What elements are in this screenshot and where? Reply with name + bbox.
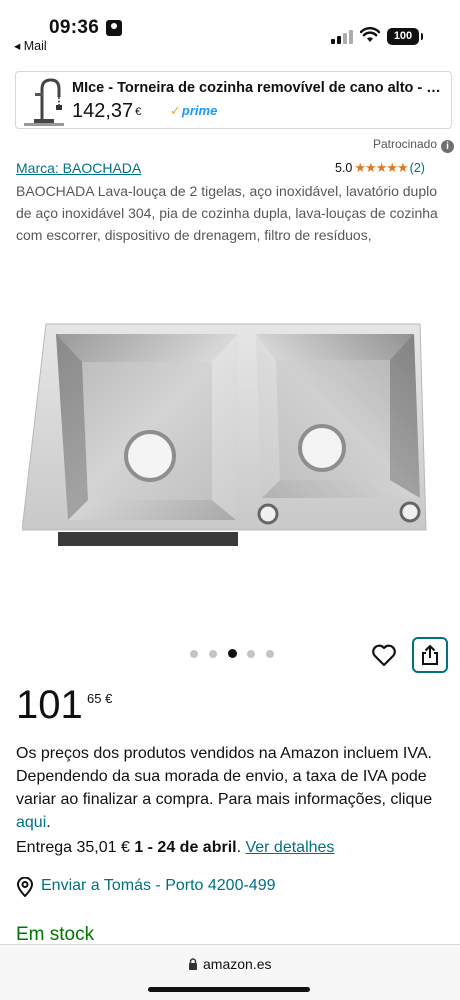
- home-indicator[interactable]: [148, 987, 310, 992]
- price-fraction: 65 €: [87, 691, 113, 706]
- carousel-dot[interactable]: [247, 650, 255, 658]
- status-time: 09:36: [49, 17, 100, 38]
- product-image-double-sink[interactable]: [22, 320, 440, 550]
- banner-currency: €: [135, 106, 142, 118]
- heart-icon[interactable]: [371, 643, 397, 667]
- share-icon: [422, 644, 438, 665]
- stock-status: Em stock: [16, 924, 95, 945]
- share-button[interactable]: [412, 637, 448, 673]
- product-description[interactable]: BAOCHADA Lava-louça de 2 tigelas, aço in…: [16, 180, 446, 246]
- carousel-dot[interactable]: [190, 650, 198, 658]
- prime-label: prime: [181, 103, 218, 118]
- vat-end: .: [46, 814, 51, 831]
- wifi-icon: [360, 27, 380, 42]
- lock-icon: [189, 958, 197, 970]
- carousel-dot[interactable]: [209, 650, 217, 658]
- delivery-dates: 1 - 24 de abril: [134, 839, 237, 856]
- sponsored-product-banner[interactable]: MIce - Torneira de cozinha removível de …: [15, 71, 452, 129]
- banner-price-value: 142,37: [72, 100, 134, 122]
- info-icon[interactable]: i: [441, 140, 454, 153]
- back-to-mail-link[interactable]: ◂ Mail: [14, 38, 47, 53]
- carousel-dot[interactable]: [228, 649, 237, 658]
- banner-price: 142,37 €: [72, 100, 141, 123]
- url-domain[interactable]: amazon.es: [203, 956, 271, 972]
- cellular-signal-icon: [331, 30, 353, 44]
- sponsored-text: Patrocinado: [372, 137, 437, 151]
- location-pin-icon: [16, 877, 34, 897]
- vat-notice: Os preços dos produtos vendidos na Amazo…: [16, 742, 446, 834]
- star-rating-icon: ★★★★★: [354, 160, 408, 175]
- prime-badge: ✓prime: [170, 103, 217, 119]
- carousel-dot[interactable]: [266, 650, 274, 658]
- battery-icon: 100: [387, 28, 423, 45]
- brand-link[interactable]: Marca: BAOCHADA: [16, 160, 141, 176]
- ship-to-link[interactable]: Enviar a Tomás - Porto 4200-499: [41, 877, 276, 895]
- rating-summary[interactable]: 5.0 ★★★★★ (2): [335, 160, 425, 176]
- faucet-thumbnail: [20, 75, 68, 127]
- vat-text: Os preços dos produtos vendidos na Amazo…: [16, 745, 433, 808]
- price-whole: 101: [16, 683, 83, 727]
- prime-check-icon: ✓: [170, 103, 181, 118]
- banner-product-title[interactable]: MIce - Torneira de cozinha removível de …: [72, 80, 448, 96]
- browser-url-bar[interactable]: amazon.es: [0, 944, 460, 1000]
- delivery-details-link[interactable]: Ver detalhes: [245, 839, 334, 856]
- rating-count[interactable]: (2): [410, 161, 425, 175]
- vat-info-link[interactable]: aqui: [16, 814, 46, 831]
- rating-value: 5.0: [335, 161, 353, 175]
- delivery-info: Entrega 35,01 € 1 - 24 de abril. Ver det…: [16, 839, 334, 857]
- sponsored-label[interactable]: Patrocinado i: [373, 137, 454, 153]
- focus-person-icon: [106, 20, 122, 36]
- status-bar: 09:36 ◂ Mail 100: [0, 0, 460, 60]
- delivery-prefix: Entrega 35,01 €: [16, 839, 135, 856]
